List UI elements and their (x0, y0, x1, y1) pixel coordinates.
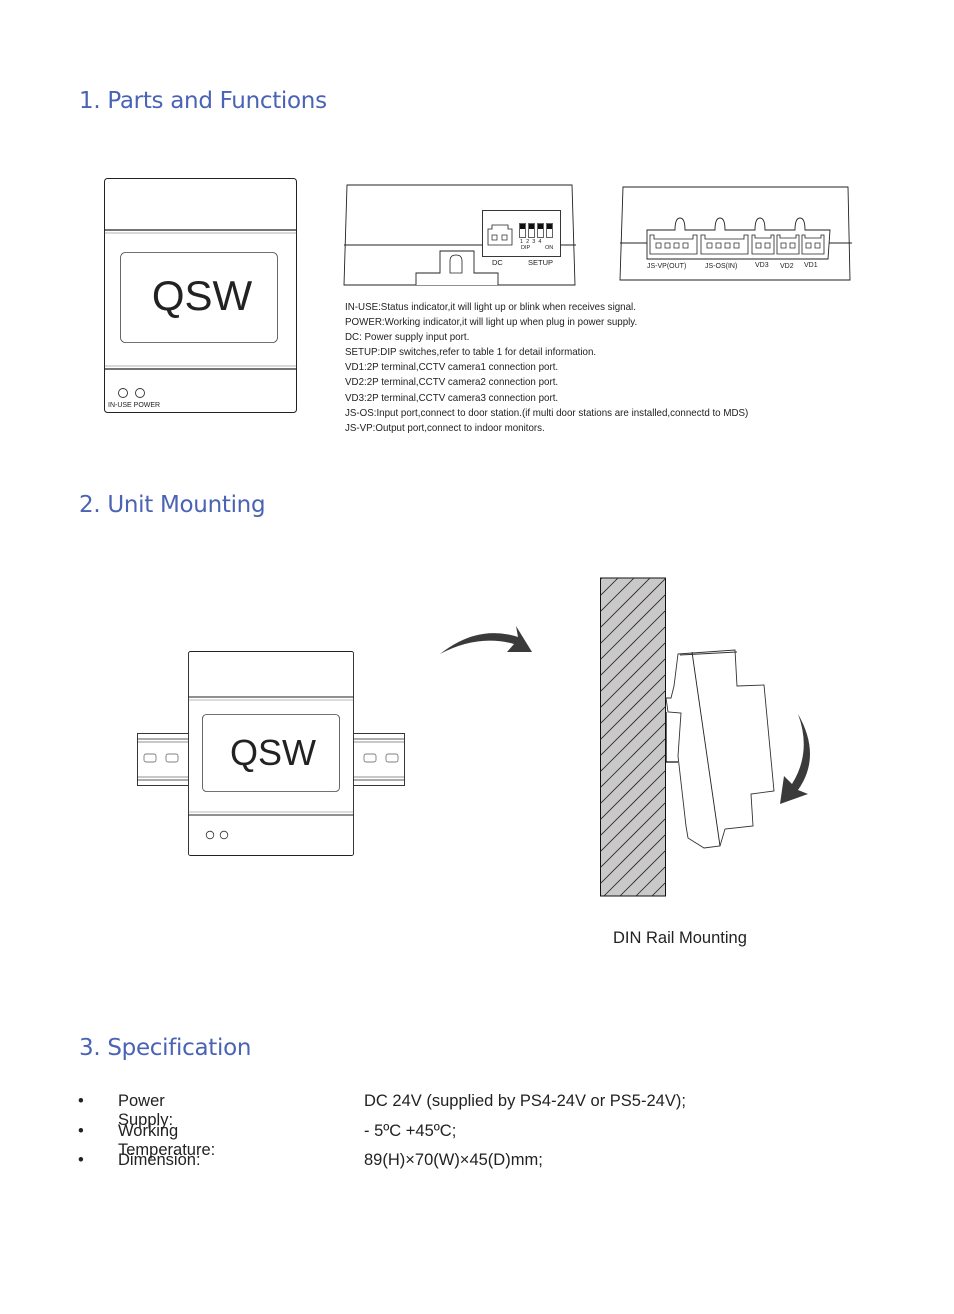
vd2-port-icon (776, 234, 800, 255)
hatch-line (600, 578, 603, 581)
description-line: JS-VP:Output port,connect to indoor moni… (345, 421, 545, 434)
description-line: VD1:2P terminal,CCTV camera1 connection … (345, 361, 559, 374)
side-profile-divider (691, 651, 721, 847)
device-on-din-rail: QSW (137, 651, 405, 856)
description-line: VD3:2P terminal,CCTV camera3 connection … (345, 391, 559, 404)
dc-pin (491, 234, 498, 241)
on-label: ON (545, 245, 553, 251)
device-top-view: 1 2 3 4 DIP ON DC SETUP (343, 184, 576, 286)
mounted-device-label: QSW (230, 732, 316, 773)
port-label-vd2: VD2 (780, 263, 794, 270)
spec-label: Dimension: (118, 1151, 201, 1169)
dip-switch-4-knob (547, 224, 552, 229)
device-bottom-view: JS-VP(OUT) JS-OS(IN) VD3 VD2 VD1 (619, 186, 852, 281)
setup-label: SETUP (528, 258, 553, 267)
din-rail-left (137, 733, 190, 786)
device-front-view: QSW IN-USE POWER (104, 178, 297, 413)
dc-port-icon (487, 224, 513, 246)
section-heading-specification: 3. Specification (79, 1035, 252, 1061)
clip-hole-icon (449, 254, 463, 274)
section-heading-mounting: 2. Unit Mounting (79, 492, 266, 518)
din-rail-profile (665, 712, 678, 763)
dc-label: DC (492, 258, 503, 267)
description-line: JS-OS:Input port,connect to door station… (345, 406, 749, 419)
dip-switch-1-knob (520, 224, 525, 229)
curved-arrow-down-icon (780, 714, 810, 804)
dc-pin (501, 234, 508, 241)
port-label-vd3: VD3 (755, 262, 769, 269)
description-line: POWER:Working indicator,it will light up… (345, 316, 638, 329)
side-profile-outline (665, 649, 775, 849)
dip-switch-2-knob (529, 224, 534, 229)
bullet: • (78, 1121, 84, 1140)
bullet: • (78, 1092, 84, 1110)
port-label-js-vp: JS-VP(OUT) (647, 263, 686, 270)
description-line: SETUP:DIP switches,refer to table 1 for … (345, 346, 597, 359)
description-line: VD2:2P terminal,CCTV camera2 connection … (345, 376, 559, 389)
bullet: • (78, 1151, 84, 1169)
section-heading-parts: 1. Parts and Functions (79, 88, 327, 114)
curved-arrow-right-icon (440, 626, 532, 654)
indicator-labels: IN-USE POWER (108, 402, 160, 409)
hatch-line (600, 498, 666, 564)
vd1-port-icon (801, 234, 825, 255)
dip-switch-3-knob (538, 224, 543, 229)
device-side-view-tilted (665, 649, 775, 849)
din-rail-caption: DIN Rail Mounting (613, 929, 747, 947)
wall-hatched (600, 577, 666, 897)
spec-value: 89(H)×70(W)×45(D)mm; (364, 1151, 543, 1169)
spec-value: DC 24V (supplied by PS4-24V or PS5-24V); (364, 1092, 686, 1110)
port-label-js-os: JS-OS(IN) (705, 263, 737, 270)
port-label-vd1: VD1 (804, 262, 818, 269)
description-line: IN-USE:Status indicator,it will light up… (345, 301, 636, 313)
parts-description-list: IN-USE:Status indicator,it will light up… (345, 300, 748, 436)
dip-label: DIP (521, 245, 531, 251)
din-rail-right (352, 733, 405, 786)
spec-value: - 5ºC +45ºC; (364, 1121, 457, 1140)
device-label: QSW (152, 272, 253, 319)
vd3-port-icon (751, 234, 775, 255)
description-line: DC: Power supply input port. (345, 331, 470, 344)
